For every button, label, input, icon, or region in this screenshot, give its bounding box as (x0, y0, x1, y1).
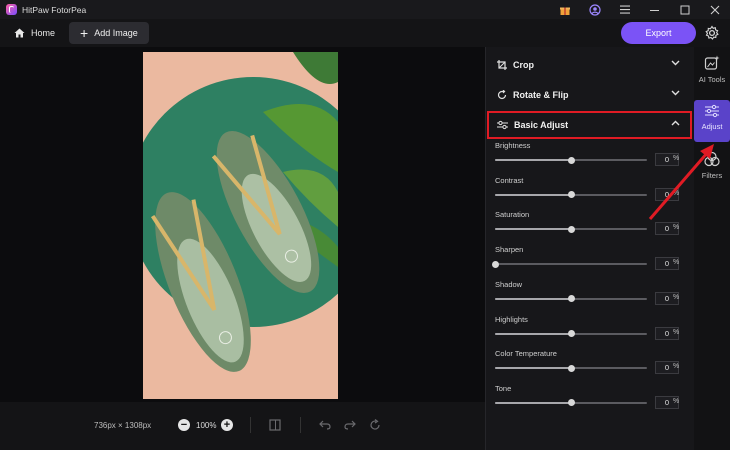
plus-icon: + (80, 25, 89, 41)
highlight-box (487, 111, 692, 139)
slider-handle[interactable] (567, 225, 575, 233)
slider-fill (495, 401, 571, 404)
chevron-down-icon (671, 60, 680, 66)
reset-icon[interactable] (368, 418, 382, 432)
title-bar: HitPaw FotorPea (0, 0, 730, 19)
adjust-label: Tone (495, 383, 512, 393)
adjust-row: Saturation 0% (495, 210, 685, 236)
adjust-unit: % (673, 397, 680, 405)
menu-icon[interactable] (610, 0, 640, 19)
export-button[interactable]: Export (621, 22, 696, 44)
adjust-slider[interactable] (495, 295, 647, 303)
filters-icon (704, 151, 720, 167)
slider-handle[interactable] (491, 260, 499, 268)
section-rotate-flip[interactable]: Rotate & Flip (486, 82, 695, 108)
divider (250, 417, 251, 433)
adjust-slider[interactable] (495, 399, 647, 407)
slider-handle[interactable] (567, 399, 575, 407)
adjust-unit: % (673, 155, 680, 162)
section-label: Crop (513, 60, 534, 70)
adjust-sliders-icon (705, 104, 719, 118)
rail-ai-tools[interactable]: AI Tools (694, 55, 730, 95)
rail-label: Adjust (701, 122, 723, 131)
adjust-unit: % (673, 259, 680, 267)
adjust-slider[interactable] (495, 330, 647, 337)
close-icon[interactable] (700, 0, 730, 19)
adjust-row: Sharpen 0% (491, 245, 685, 271)
adjust-row: Brightness 0% (495, 141, 685, 166)
adjust-label: Color Temperature (495, 349, 557, 359)
slider-handle[interactable] (567, 156, 575, 164)
adjust-unit: % (673, 224, 680, 232)
rail-label: Filters (701, 171, 723, 180)
rail-filters[interactable]: Filters (694, 151, 730, 191)
adjust-row: Tone 0% (495, 383, 685, 409)
rotate-icon (497, 90, 507, 100)
gift-icon[interactable] (550, 0, 580, 19)
ai-tools-icon (704, 55, 720, 70)
home-button[interactable]: Home (14, 22, 55, 44)
chevron-down-icon (671, 90, 680, 96)
app-logo-icon (6, 4, 17, 15)
adjust-row: Contrast 0% (495, 175, 685, 201)
adjust-label: Highlights (495, 314, 528, 324)
undo-icon[interactable] (318, 418, 332, 432)
compare-icon[interactable] (268, 418, 282, 432)
zoom-out-button[interactable]: − (178, 419, 190, 431)
tool-rail: AI Tools Adjust Filters (694, 47, 730, 450)
adjust-label: Contrast (495, 175, 524, 185)
adjust-unit: % (673, 363, 680, 371)
minimize-icon[interactable] (640, 0, 670, 19)
adjust-label: Brightness (495, 141, 531, 150)
home-icon (14, 28, 25, 38)
slider-handle[interactable] (567, 295, 575, 303)
adjust-unit: % (673, 293, 680, 301)
adjust-label: Saturation (495, 210, 530, 220)
image-preview[interactable] (143, 52, 338, 399)
add-image-label: Add Image (94, 28, 138, 38)
zoom-level: 100% (196, 421, 217, 430)
adjust-label: Sharpen (495, 245, 524, 255)
slider-fill (495, 367, 571, 370)
slider-handle[interactable] (567, 191, 575, 199)
image-dimensions: 736px × 1308px (94, 421, 152, 430)
crop-icon (497, 60, 507, 70)
adjust-slider[interactable] (491, 260, 647, 268)
settings-gear-icon[interactable] (703, 24, 721, 42)
maximize-icon[interactable] (670, 0, 700, 19)
adjust-slider[interactable] (495, 364, 647, 372)
bottom-bar: 736px × 1308px − 100% + (0, 402, 485, 450)
top-toolbar: Home + Add Image Export (0, 19, 730, 47)
adjust-label: Shadow (495, 279, 523, 289)
adjust-slider[interactable] (495, 191, 647, 199)
slider-fill (495, 297, 571, 300)
adjust-row: Color Temperature 0% (495, 349, 685, 375)
home-label: Home (31, 28, 56, 38)
section-crop[interactable]: Crop (486, 52, 695, 78)
account-icon[interactable] (580, 0, 610, 19)
rail-adjust[interactable]: Adjust (694, 100, 730, 142)
app-title: HitPaw FotorPea (22, 4, 87, 15)
add-image-button[interactable]: + Add Image (69, 22, 149, 44)
adjust-unit: % (673, 328, 680, 336)
slider-fill (495, 193, 571, 196)
slider-fill (495, 159, 571, 161)
redo-icon[interactable] (343, 418, 357, 432)
adjust-row: Highlights 0% (495, 314, 685, 340)
adjust-row: Shadow 0% (495, 279, 685, 305)
slider-handle[interactable] (567, 364, 575, 372)
slider-fill (495, 332, 571, 335)
rail-label: AI Tools (698, 75, 726, 84)
slider-handle[interactable] (567, 330, 575, 337)
adjust-unit: % (673, 189, 680, 197)
adjust-slider[interactable] (495, 156, 647, 164)
divider (300, 417, 301, 433)
zoom-in-button[interactable]: + (221, 419, 233, 431)
section-label: Rotate & Flip (513, 90, 569, 100)
